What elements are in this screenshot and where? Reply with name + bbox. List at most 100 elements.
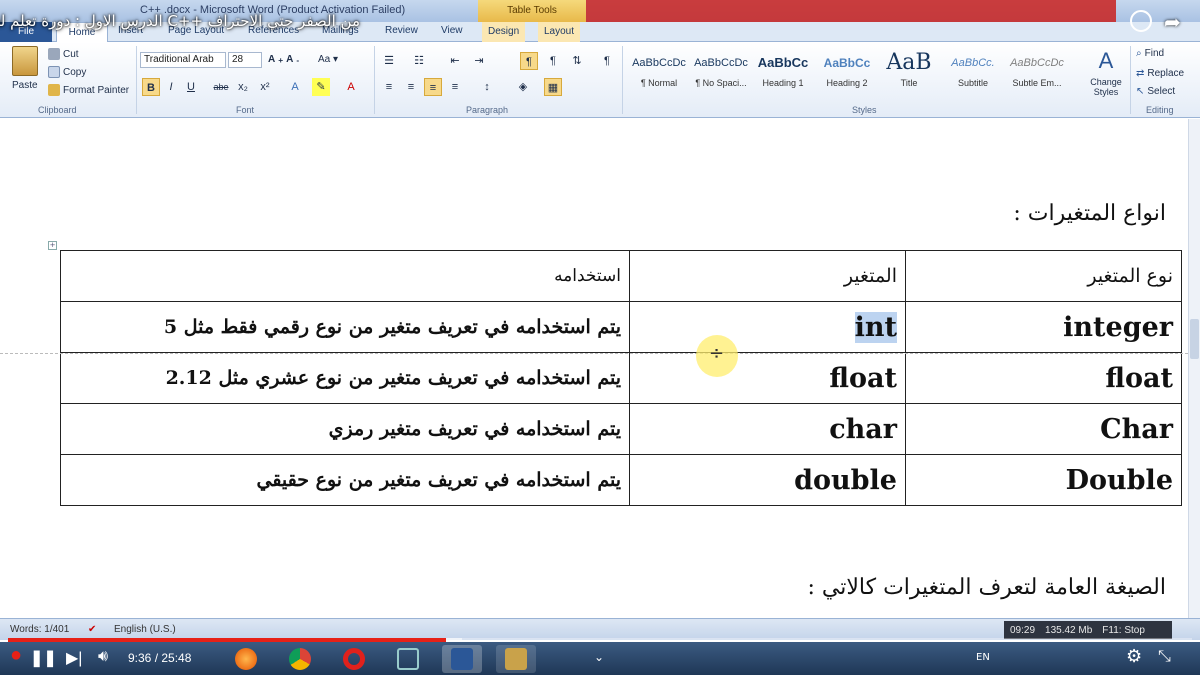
rtl-direction-icon[interactable]: ¶ [544, 52, 562, 70]
copy-button[interactable]: Copy [48, 66, 86, 78]
video-time: 9:36 / 25:48 [128, 651, 191, 665]
tab-view[interactable]: View [441, 25, 463, 36]
find-button[interactable]: ⌕ Find [1136, 48, 1164, 59]
cell-type[interactable]: integer [905, 301, 1182, 353]
settings-gear-icon[interactable]: ⚙ [1126, 646, 1142, 667]
cell-var[interactable]: float [629, 352, 906, 404]
style-no-spacing[interactable]: AaBbCcDc ¶ No Spaci... [690, 48, 752, 98]
style-heading-1[interactable]: AaBbCc Heading 1 [752, 48, 814, 98]
grow-font-button[interactable]: A + A- [268, 54, 299, 65]
shading-icon[interactable]: ◈ [514, 78, 532, 96]
increase-indent-icon[interactable]: ⇥ [470, 52, 488, 70]
strikethrough-button[interactable]: abe [212, 78, 230, 96]
bold-button[interactable]: B [142, 78, 160, 96]
pause-icon[interactable]: ❚❚ [30, 648, 57, 668]
chevron-down-icon[interactable]: ⌄ [594, 650, 604, 664]
show-marks-icon[interactable]: ¶ [598, 52, 616, 70]
cut-button[interactable]: Cut [48, 48, 79, 60]
italic-button[interactable]: I [162, 78, 180, 96]
superscript-button[interactable]: x² [256, 78, 274, 96]
change-styles-icon: A [1098, 48, 1114, 73]
font-color-icon[interactable]: A [342, 78, 360, 96]
header-cell-var[interactable]: المتغير [629, 250, 906, 302]
cell-type[interactable]: float [905, 352, 1182, 404]
style-normal[interactable]: AaBbCcDc ¶ Normal [628, 48, 690, 98]
replace-button[interactable]: ⇄ Replace [1136, 68, 1184, 79]
style-subtle-emphasis[interactable]: AaBbCcDc Subtle Em... [1006, 48, 1068, 98]
subscript-button[interactable]: x₂ [234, 78, 252, 96]
font-name-select[interactable]: Traditional Arab [140, 52, 226, 68]
style-name: Title [900, 78, 918, 88]
text-effects-icon[interactable]: A [286, 78, 304, 96]
style-sample: AaBbCcDc [694, 57, 748, 69]
time-separator: / [151, 651, 162, 665]
cell-use[interactable]: يتم استخدامه في تعريف متغير رمزي [60, 403, 630, 455]
screen: C++ .docx - Microsoft Word (Product Acti… [0, 0, 1200, 675]
fullscreen-exit-icon[interactable]: ⤡ [1158, 648, 1171, 666]
paste-button[interactable]: Paste [12, 80, 38, 91]
language-indicator[interactable]: English (U.S.) [114, 624, 176, 635]
line-spacing-icon[interactable]: ↕ [478, 78, 496, 96]
watch-later-icon[interactable] [1130, 10, 1152, 32]
underline-button[interactable]: U [182, 78, 200, 96]
select-button[interactable]: ↖ Select [1136, 86, 1175, 97]
header-cell-use[interactable]: استخدامه [60, 250, 630, 302]
paintbrush-icon [48, 84, 60, 96]
recorder-stop[interactable]: F11: Stop [1102, 625, 1145, 636]
tab-design[interactable]: Design [482, 22, 526, 42]
scrollbar-thumb[interactable] [1190, 319, 1199, 359]
cell-type[interactable]: Double [905, 454, 1182, 506]
separator [1130, 46, 1131, 114]
cell-var[interactable]: char [629, 403, 906, 455]
bullets-icon[interactable]: ☰ [380, 52, 398, 70]
style-name: Heading 2 [826, 78, 868, 88]
binoculars-icon: ⌕ [1136, 48, 1142, 59]
recorder-memory: 135.42 Mb [1045, 624, 1093, 636]
section-heading: انواع المتغيرات : [1013, 201, 1166, 226]
tab-review[interactable]: Review [385, 25, 418, 36]
format-painter-button[interactable]: Format Painter [48, 84, 129, 96]
highlight-icon[interactable]: ✎ [312, 78, 330, 96]
borders-icon[interactable]: ▦ [544, 78, 562, 96]
numbering-icon[interactable]: ☷ [410, 52, 428, 70]
style-name: Subtitle [957, 78, 989, 88]
header-cell-type[interactable]: نوع المتغير [905, 250, 1182, 302]
change-case-button[interactable]: Aa ▾ [318, 54, 338, 65]
justify-icon[interactable]: ≡ [446, 78, 464, 96]
cell-var[interactable]: int [629, 301, 906, 353]
select-label: Select [1147, 86, 1176, 97]
selected-text[interactable]: int [854, 311, 897, 343]
change-styles-button[interactable]: A Change Styles [1086, 48, 1126, 97]
align-center-icon[interactable]: ≡ [402, 78, 420, 96]
format-painter-label: Format Painter [63, 84, 130, 96]
style-title[interactable]: AaB Title [878, 48, 940, 98]
tab-layout[interactable]: Layout [538, 22, 581, 42]
current-time: 9:36 [128, 651, 152, 665]
cell-use[interactable]: يتم استخدامه في تعريف متغير من نوع عشري … [60, 352, 630, 404]
cell-use[interactable]: يتم استخدامه في تعريف متغير من نوع رقمي … [60, 301, 630, 353]
ltr-direction-icon[interactable]: ¶ [520, 52, 538, 70]
style-heading-2[interactable]: AaBbCc Heading 2 [816, 48, 878, 98]
next-icon[interactable]: ▶| [66, 648, 82, 668]
volume-icon[interactable]: 🔊︎ [98, 648, 108, 666]
replace-icon: ⇄ [1136, 68, 1145, 79]
decrease-indent-icon[interactable]: ⇤ [446, 52, 464, 70]
ribbon: Paste Cut Copy Format Painter Clipboard … [0, 42, 1200, 118]
proofing-icon[interactable]: ✔ [88, 624, 96, 635]
align-right-icon[interactable]: ≡ [424, 78, 442, 96]
sort-icon[interactable]: ⇅ [568, 52, 586, 70]
vertical-scrollbar[interactable] [1188, 119, 1200, 618]
cell-var[interactable]: double [629, 454, 906, 506]
table-move-handle-icon[interactable]: + [48, 241, 57, 250]
separator [622, 46, 623, 114]
word-count[interactable]: Words: 1/401 [10, 624, 69, 635]
title-highlight [586, 0, 1116, 22]
cell-use[interactable]: يتم استخدامه في تعريف متغير من نوع حقيقي [60, 454, 630, 506]
align-left-icon[interactable]: ≡ [380, 78, 398, 96]
document-page[interactable]: انواع المتغيرات : + نوع المتغير المتغير … [0, 119, 1188, 618]
font-size-select[interactable]: 28 [228, 52, 262, 68]
share-icon[interactable]: ➦ [1164, 10, 1181, 34]
paste-icon[interactable] [12, 46, 38, 76]
cell-type[interactable]: Char [905, 403, 1182, 455]
style-subtitle[interactable]: AaBbCc. Subtitle [942, 48, 1004, 98]
